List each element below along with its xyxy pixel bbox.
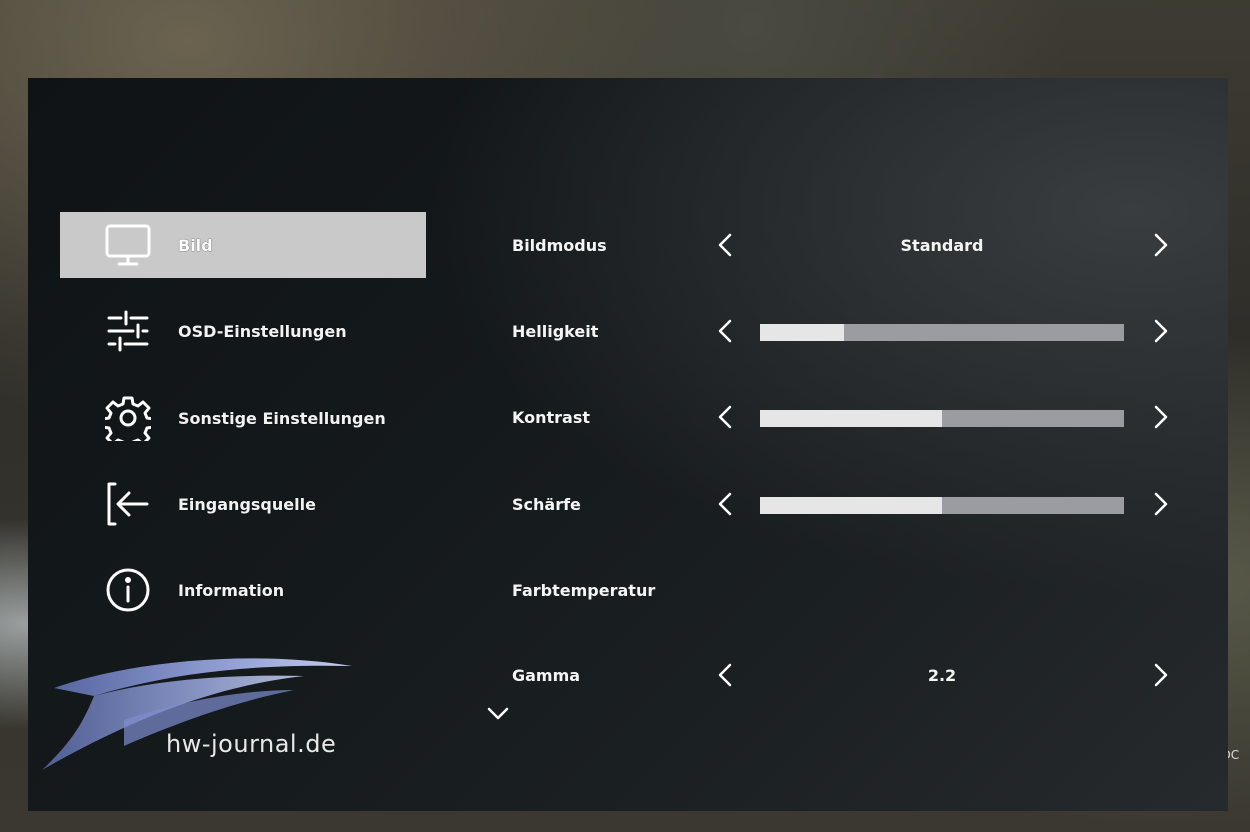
input-source-icon: [104, 480, 152, 528]
menu-item-osd-einstellungen[interactable]: OSD-Einstellungen: [60, 298, 426, 364]
chevron-left-icon[interactable]: [712, 316, 738, 346]
menu-item-label: Information: [178, 580, 285, 600]
osd-menu-panel: Bild OSD-Einstellungen Sonstige Einstell…: [28, 78, 1228, 811]
setting-row-schaerfe: Schärfe: [512, 485, 1182, 525]
chevron-right-icon[interactable]: [1148, 230, 1174, 260]
setting-label: Farbtemperatur: [512, 581, 656, 600]
menu-item-sonstige-einstellungen[interactable]: Sonstige Einstellungen: [60, 385, 426, 451]
setting-row-helligkeit: Helligkeit: [512, 312, 1182, 352]
setting-label: Helligkeit: [512, 322, 599, 341]
chevron-left-icon[interactable]: [712, 230, 738, 260]
setting-row-gamma: Gamma 2.2: [512, 656, 1182, 696]
info-icon: [104, 566, 152, 614]
chevron-left-icon[interactable]: [712, 402, 738, 432]
menu-item-label: Sonstige Einstellungen: [178, 408, 386, 428]
setting-row-bildmodus: Bildmodus Standard: [512, 226, 1182, 266]
kontrast-slider[interactable]: [760, 410, 1124, 427]
schaerfe-slider[interactable]: [760, 497, 1124, 514]
chevron-left-icon[interactable]: [712, 489, 738, 519]
chevron-right-icon[interactable]: [1148, 489, 1174, 519]
slider-fill: [760, 410, 942, 427]
chevron-right-icon[interactable]: [1148, 402, 1174, 432]
chevron-right-icon[interactable]: [1148, 316, 1174, 346]
watermark-logo: [34, 650, 364, 780]
setting-label: Gamma: [512, 666, 581, 685]
setting-row-kontrast: Kontrast: [512, 398, 1182, 438]
gear-icon: [104, 394, 152, 442]
helligkeit-slider[interactable]: [760, 324, 1124, 341]
chevron-down-icon[interactable]: [486, 706, 510, 726]
sliders-icon: [104, 307, 152, 355]
setting-value: 2.2: [927, 666, 957, 685]
monitor-icon: [104, 221, 152, 269]
setting-label: Kontrast: [512, 408, 591, 427]
setting-label: Schärfe: [512, 495, 581, 514]
chevron-left-icon[interactable]: [712, 660, 738, 690]
watermark-text: hw-journal.de: [166, 730, 337, 758]
chevron-right-icon[interactable]: [1148, 660, 1174, 690]
menu-item-label: OSD-Einstellungen: [178, 321, 347, 341]
setting-label: Bildmodus: [512, 236, 607, 255]
menu-item-label: Eingangsquelle: [178, 494, 316, 514]
menu-item-bild[interactable]: Bild: [60, 212, 426, 278]
slider-fill: [760, 497, 942, 514]
slider-fill: [760, 324, 844, 341]
menu-item-eingangsquelle[interactable]: Eingangsquelle: [60, 471, 426, 537]
setting-row-farbtemperatur[interactable]: Farbtemperatur: [512, 571, 1182, 611]
menu-item-information[interactable]: Information: [60, 557, 426, 623]
setting-value: Standard: [900, 236, 984, 255]
menu-item-label: Bild: [178, 235, 213, 255]
